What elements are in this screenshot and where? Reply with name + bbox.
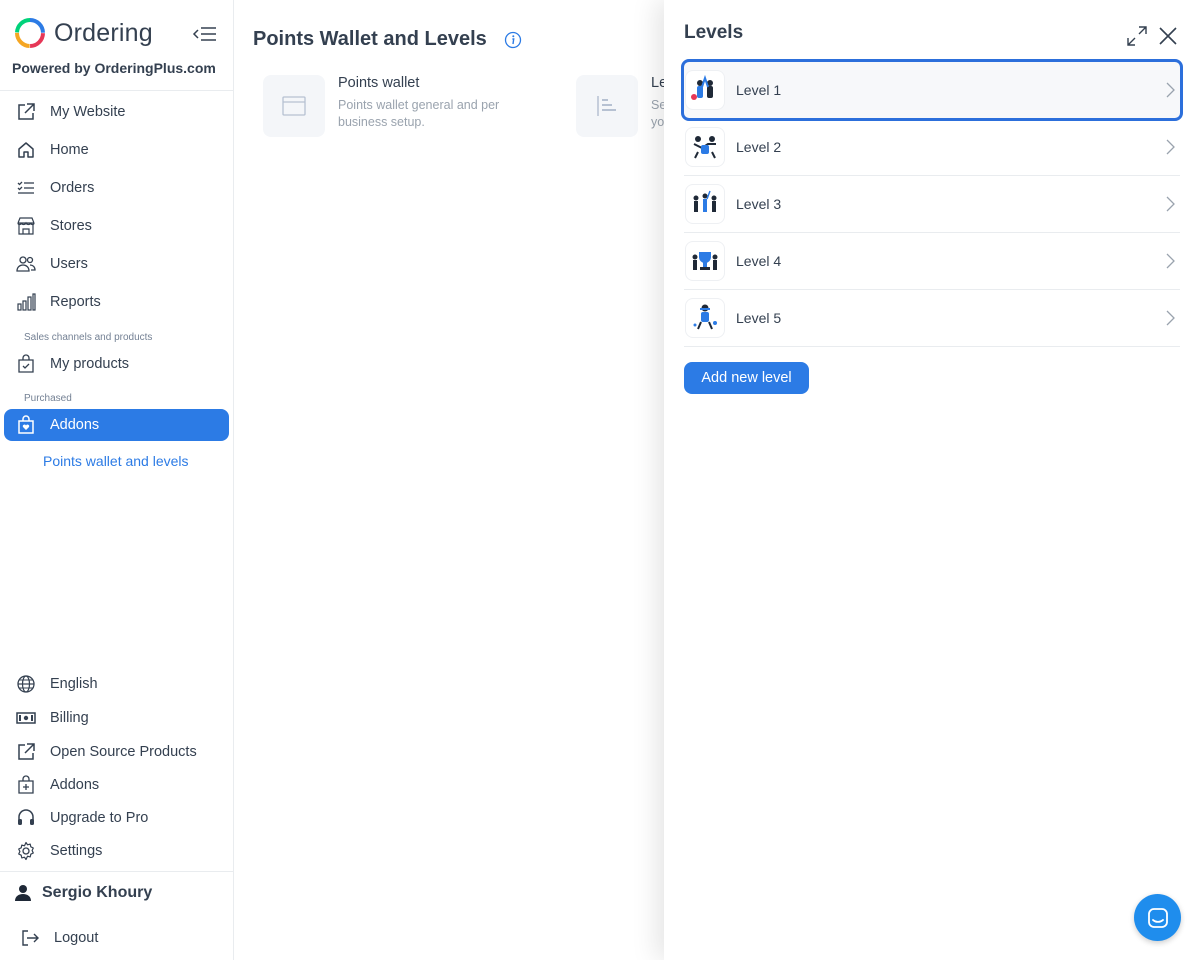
level-row-4[interactable]: Level 4: [684, 233, 1180, 290]
sidebar-item-language[interactable]: English: [4, 668, 229, 700]
sidebar-item-label: Settings: [50, 843, 103, 859]
level-row-1[interactable]: Level 1: [681, 59, 1183, 121]
sidebar: Ordering Powered by OrderingPlus.com My …: [0, 0, 234, 960]
level-row-3[interactable]: Level 3: [684, 176, 1180, 233]
external-link-icon: [16, 742, 36, 762]
level-5-illustration-icon: [686, 299, 724, 337]
sidebar-item-label: My products: [50, 356, 129, 372]
level-row-5[interactable]: Level 5: [684, 290, 1180, 347]
sidebar-item-my-products[interactable]: My products: [4, 348, 229, 380]
logout-label: Logout: [54, 930, 99, 946]
sidebar-item-label: Billing: [50, 710, 89, 726]
sidebar-item-label: Addons: [50, 417, 100, 433]
main-content: Points Wallet and Levels Points wallet P…: [234, 0, 667, 960]
powered-by-text: Powered by OrderingPlus.com: [12, 60, 216, 76]
info-icon[interactable]: [504, 31, 522, 49]
section-label-purchased: Purchased: [24, 393, 72, 404]
divider: [0, 871, 234, 872]
sidebar-item-reports[interactable]: Reports: [4, 286, 229, 318]
logout-button[interactable]: Logout: [8, 922, 233, 954]
sidebar-item-addons-store[interactable]: Addons: [4, 769, 229, 801]
sidebar-item-label: Home: [50, 142, 89, 158]
levels-drawer: Levels Level 1 Level 2 Level 3 Level 4 L…: [664, 0, 1200, 960]
level-name: Level 3: [736, 196, 782, 212]
points-wallet-card[interactable]: Points wallet Points wallet general and …: [263, 75, 528, 137]
chevron-right-icon: [1166, 310, 1175, 326]
sidebar-item-label: Orders: [50, 180, 95, 196]
collapse-sidebar-icon[interactable]: [192, 24, 218, 44]
sidebar-item-settings[interactable]: Settings: [4, 835, 229, 867]
external-link-icon: [16, 102, 36, 122]
section-label-sales: Sales channels and products: [24, 332, 153, 343]
sidebar-item-label: Reports: [50, 294, 101, 310]
expand-icon[interactable]: [1126, 25, 1148, 47]
sidebar-item-billing[interactable]: Billing: [4, 702, 229, 734]
gear-icon: [16, 841, 36, 861]
sidebar-item-label: Stores: [50, 218, 92, 234]
levels-icon: [576, 75, 638, 137]
level-row-2[interactable]: Level 2: [684, 119, 1180, 176]
brand-name: Ordering: [54, 18, 153, 47]
user-icon: [15, 885, 31, 901]
brand[interactable]: Ordering: [14, 16, 153, 50]
sidebar-item-my-website[interactable]: My Website: [4, 96, 229, 128]
logout-icon: [20, 928, 40, 948]
sidebar-item-home[interactable]: Home: [4, 134, 229, 166]
chevron-right-icon: [1166, 196, 1175, 212]
shop-icon: [16, 216, 36, 236]
headset-icon: [16, 808, 36, 828]
chat-launcher-button[interactable]: [1134, 894, 1181, 941]
user-name: Sergio Khoury: [42, 884, 153, 901]
level-name: Level 5: [736, 310, 782, 326]
sidebar-item-addons[interactable]: Addons: [4, 409, 229, 441]
people-icon: [16, 254, 36, 274]
add-new-level-button[interactable]: Add new level: [684, 362, 809, 394]
wallet-icon: [263, 75, 325, 137]
sidebar-item-label: Open Source Products: [50, 744, 197, 760]
chat-icon: [1147, 907, 1168, 928]
globe-icon: [16, 674, 36, 694]
cash-icon: [16, 708, 36, 728]
sidebar-item-label: Upgrade to Pro: [50, 810, 149, 826]
home-icon: [16, 140, 36, 160]
sidebar-item-stores[interactable]: Stores: [4, 210, 229, 242]
sidebar-item-users[interactable]: Users: [4, 248, 229, 280]
chevron-right-icon: [1166, 253, 1175, 269]
ordering-logo-icon: [15, 18, 45, 48]
chevron-right-icon: [1166, 139, 1175, 155]
level-4-illustration-icon: [686, 242, 724, 280]
chevron-right-icon: [1166, 82, 1175, 98]
close-icon[interactable]: [1157, 25, 1179, 47]
card-title: Points wallet: [338, 75, 420, 91]
bag-heart-icon: [16, 415, 36, 435]
user-profile[interactable]: Sergio Khoury: [14, 884, 152, 902]
card-description: Points wallet general and per business s…: [338, 98, 500, 129]
bar-chart-icon: [16, 292, 36, 312]
level-name: Level 4: [736, 253, 782, 269]
sidebar-item-open-source-products[interactable]: Open Source Products: [4, 736, 229, 768]
sidebar-item-label: My Website: [50, 104, 126, 120]
level-name: Level 1: [736, 82, 782, 98]
sidebar-item-upgrade[interactable]: Upgrade to Pro: [4, 802, 229, 834]
divider: [0, 90, 234, 91]
bag-check-icon: [16, 354, 36, 374]
sidebar-item-label: Users: [50, 256, 88, 272]
list-check-icon: [16, 178, 36, 198]
level-name: Level 2: [736, 139, 782, 155]
level-1-illustration-icon: [686, 71, 724, 109]
level-2-illustration-icon: [686, 128, 724, 166]
bag-plus-icon: [16, 775, 36, 795]
sidebar-item-orders[interactable]: Orders: [4, 172, 229, 204]
sidebar-item-label: Addons: [50, 777, 100, 793]
page-title: Points Wallet and Levels: [253, 28, 487, 50]
level-3-illustration-icon: [686, 185, 724, 223]
drawer-title: Levels: [684, 22, 744, 43]
subnav-points-wallet-and-levels[interactable]: Points wallet and levels: [43, 453, 189, 469]
sidebar-item-label: English: [50, 676, 98, 692]
